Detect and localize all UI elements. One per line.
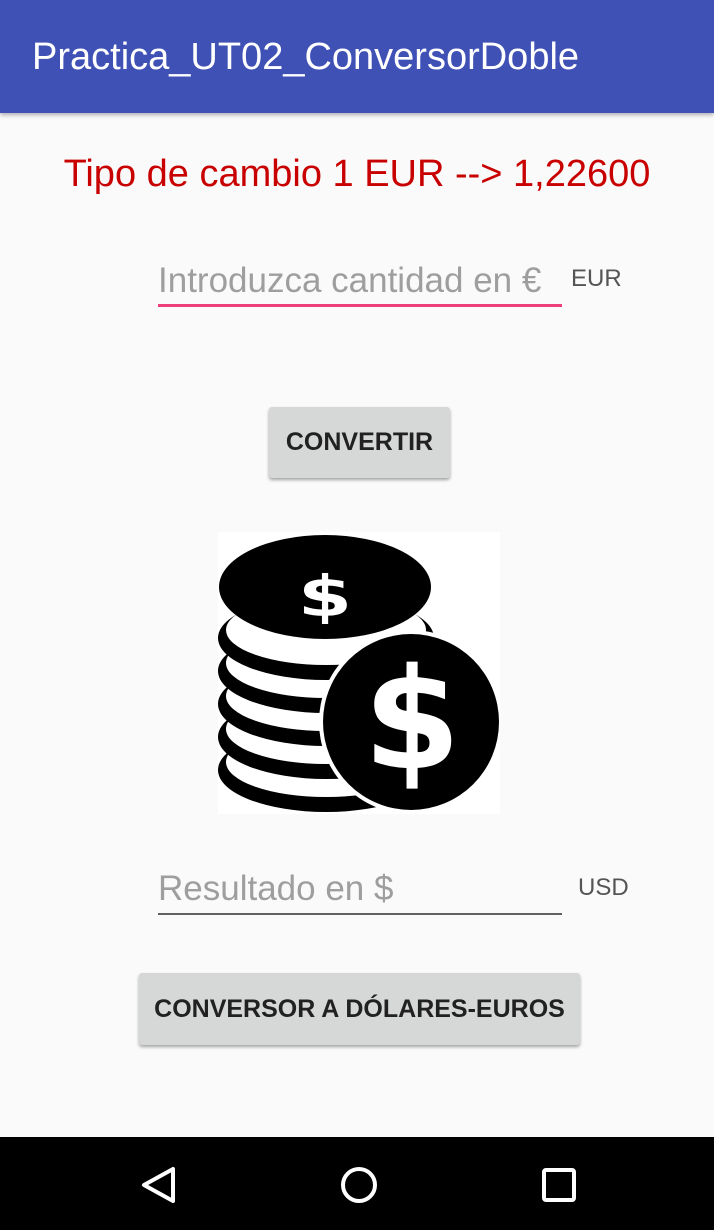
dollar-coins-icon: $ $ [218, 532, 503, 814]
svg-text:$: $ [298, 564, 352, 629]
eur-amount-input[interactable] [158, 258, 562, 307]
eur-unit-label: EUR [571, 265, 622, 292]
recents-square-icon[interactable] [531, 1157, 587, 1213]
back-triangle-icon[interactable] [131, 1157, 187, 1213]
usd-result-field[interactable] [158, 865, 562, 915]
home-circle-icon[interactable] [331, 1157, 387, 1213]
svg-text:$: $ [363, 639, 460, 802]
main-content: Tipo de cambio 1 EUR --> 1,22600 EUR CON… [0, 113, 714, 1137]
exchange-rate-label: Tipo de cambio 1 EUR --> 1,22600 [63, 153, 651, 195]
system-nav-bar [0, 1137, 714, 1230]
usd-unit-label: USD [578, 874, 629, 901]
app-bar: Practica_UT02_ConversorDoble [0, 0, 714, 113]
switch-converter-button[interactable]: CONVERSOR A DÓLARES-EUROS [139, 973, 580, 1045]
convert-button[interactable]: CONVERTIR [269, 407, 450, 478]
app-title: Practica_UT02_ConversorDoble [32, 36, 580, 78]
